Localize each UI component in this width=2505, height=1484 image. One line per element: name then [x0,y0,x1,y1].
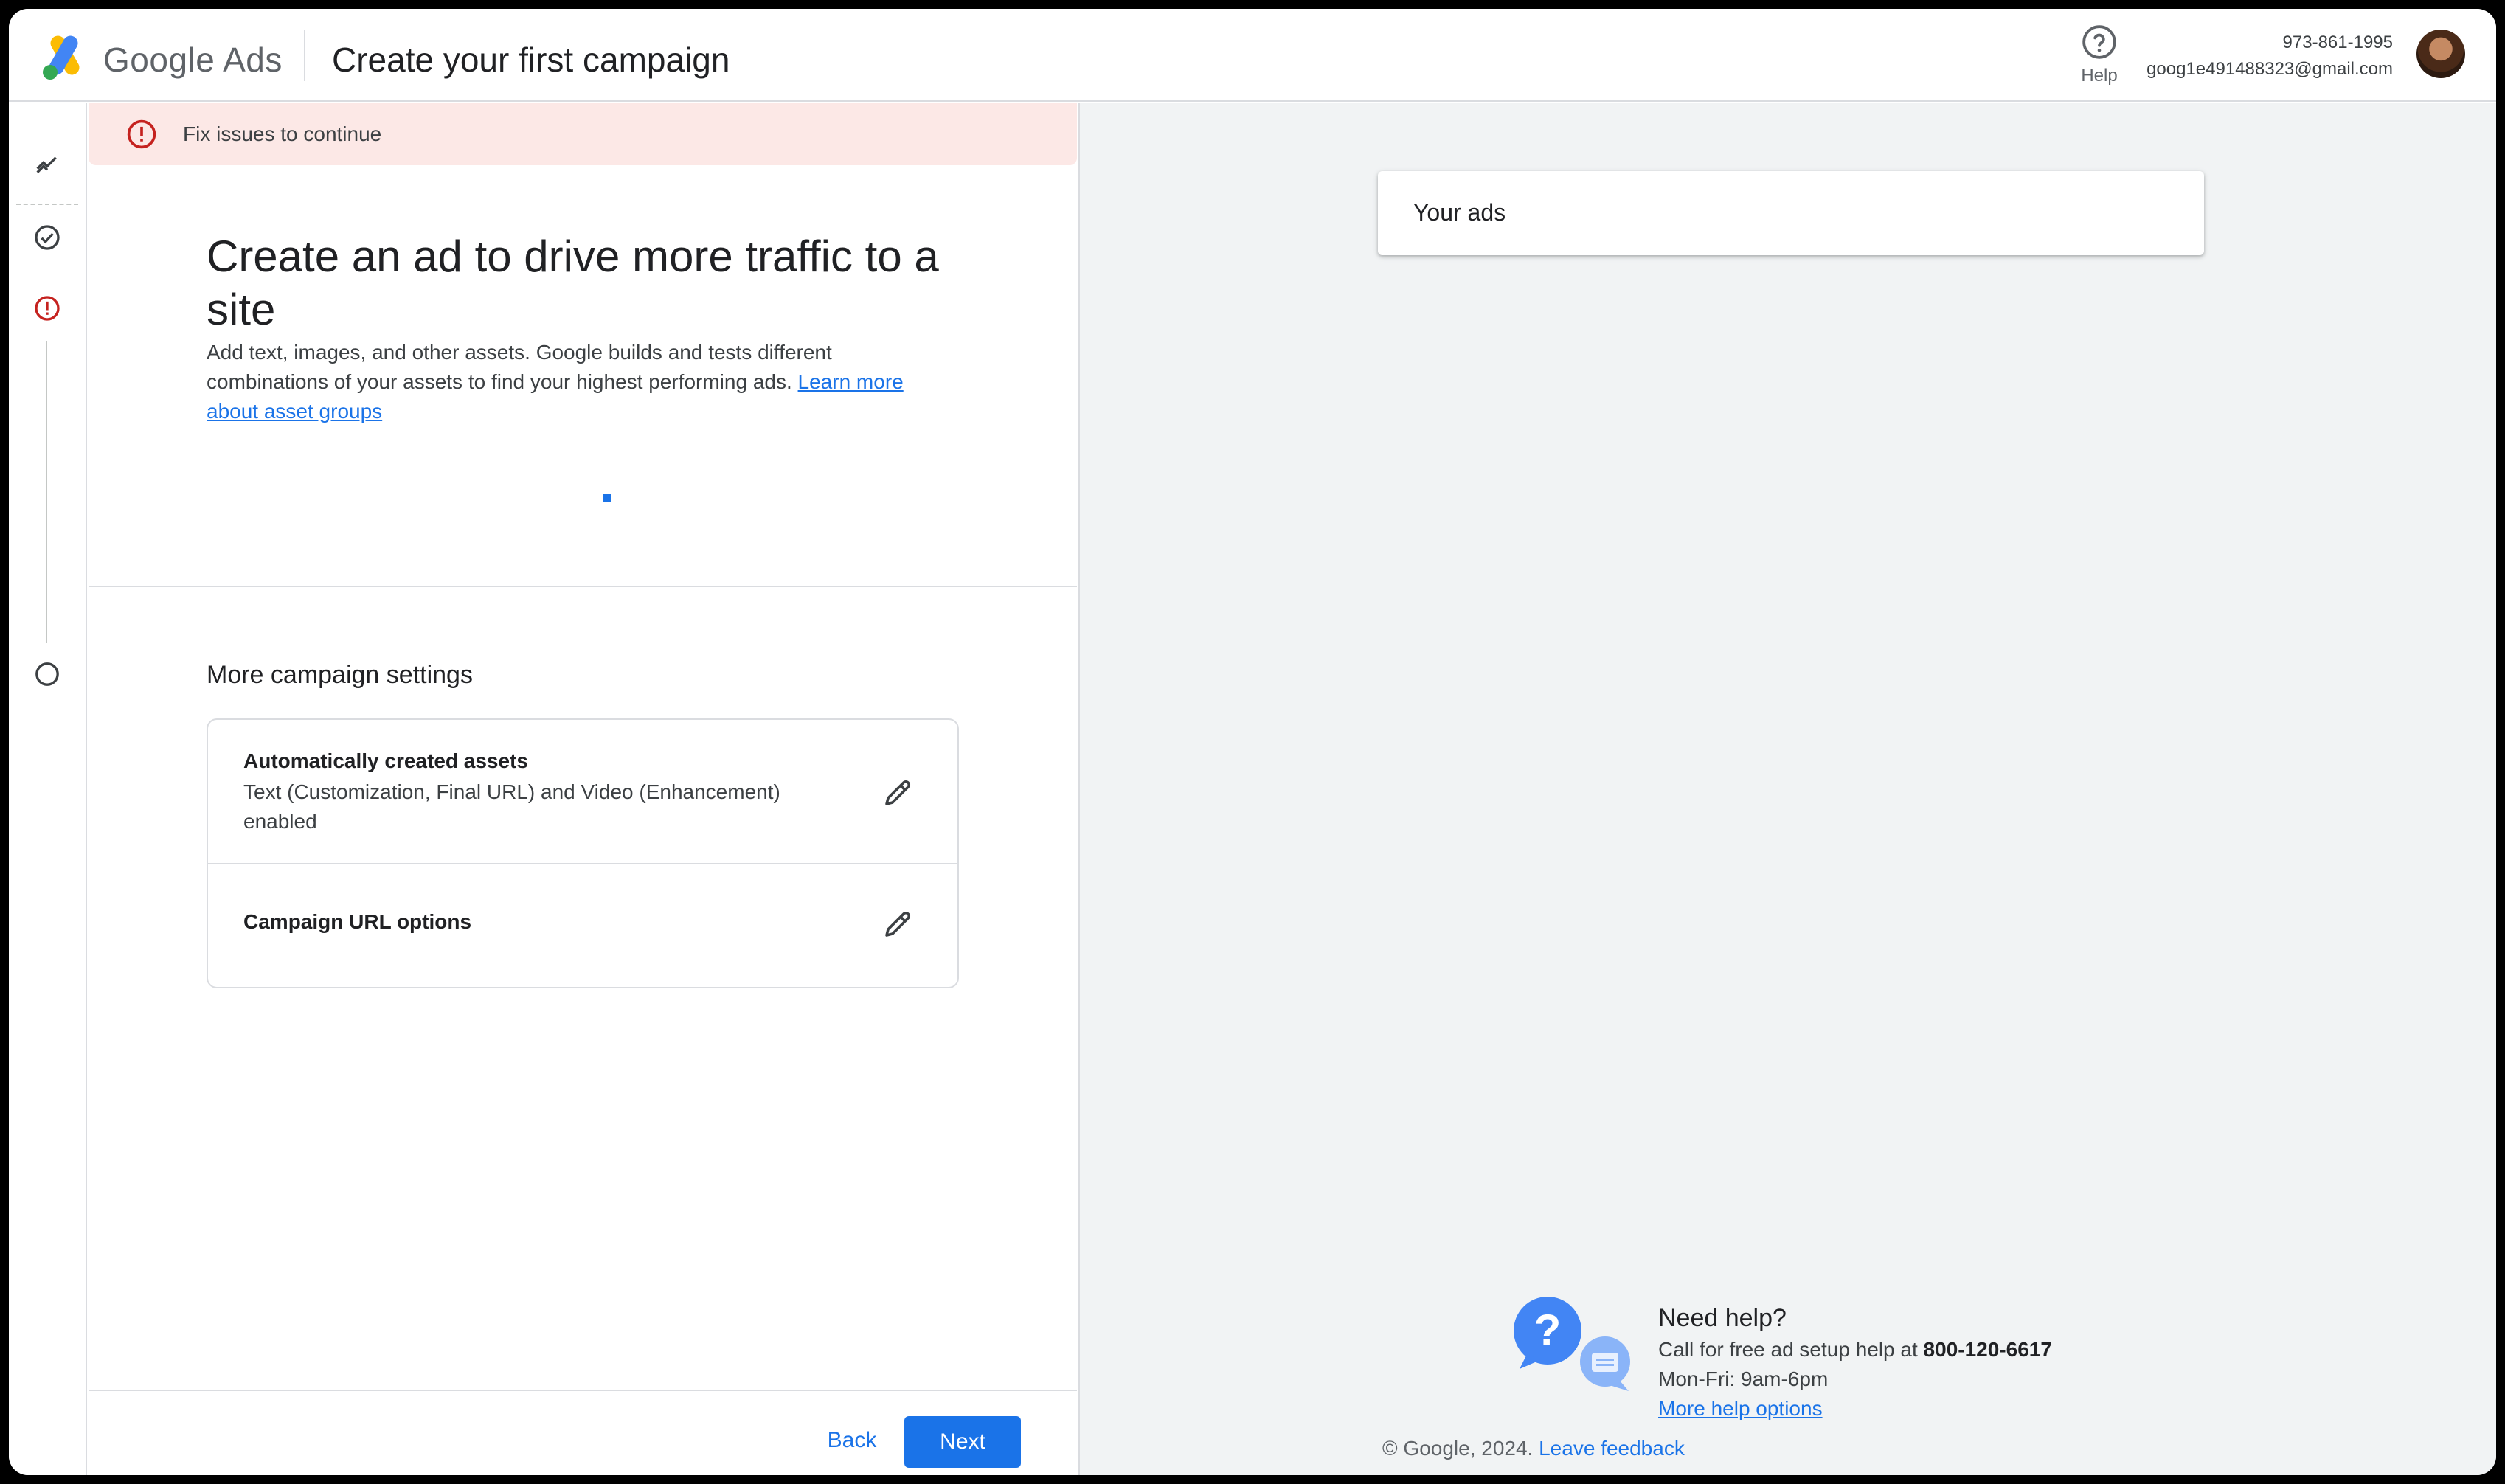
your-ads-card[interactable]: Your ads [1378,171,2204,255]
help-phone-number: 800-120-6617 [1923,1338,2052,1361]
empty-circle-icon[interactable] [32,659,62,689]
leave-feedback-link[interactable]: Leave feedback [1539,1437,1685,1460]
call-help-line: Call for free ad setup help at 800-120-6… [1658,1335,2175,1365]
error-banner-text: Fix issues to continue [183,122,382,145]
section-title: Create an ad to drive more traffic to a … [207,232,939,334]
help-hours: Mon-Fri: 9am-6pm [1658,1367,1829,1390]
help-label: Help [2081,66,2118,86]
setting-row-url-options[interactable]: Campaign URL options [208,864,957,987]
rail-progress-line [46,341,47,643]
more-settings-title: More campaign settings [207,661,473,689]
check-circle-icon[interactable] [32,223,62,252]
account-phone: 973-861-1995 [2282,32,2393,52]
copyright-footer: © Google, 2024. Leave feedback [1382,1437,1685,1460]
error-icon [127,119,156,149]
settings-card: Automatically created assets Text (Custo… [207,718,959,988]
trend-icon[interactable] [32,149,62,178]
google-ads-logo[interactable] [40,31,89,83]
page-title: Create your first campaign [332,41,730,79]
help-circle-icon [2082,25,2116,59]
error-banner: Fix issues to continue [89,103,1077,165]
more-help-link[interactable]: More help options [1658,1394,2175,1424]
pencil-icon[interactable] [881,774,916,810]
setting-name: Automatically created assets [243,749,528,772]
your-ads-label: Your ads [1413,199,1506,226]
top-header: Google Ads Create your first campaign He… [9,9,2496,102]
progress-rail [9,103,87,1475]
avatar[interactable] [2416,30,2465,78]
setting-detail: Text (Customization, Final URL) and Vide… [243,780,780,833]
footer-divider [89,1390,1077,1391]
pencil-icon[interactable] [881,906,916,941]
next-button[interactable]: Next [904,1416,1021,1468]
app-window: Google Ads Create your first campaign He… [9,9,2496,1475]
rail-divider [16,204,78,205]
account-email: goog1e491488323@gmail.com [2147,59,2393,79]
brand-name: Google Ads [103,41,283,79]
preview-panel: Your ads ? Need help? Call for free ad s… [1078,103,2496,1475]
help-button[interactable]: Help [2062,16,2136,90]
need-help-block: Need help? Call for free ad setup help a… [1658,1301,2175,1424]
setting-row-auto-assets[interactable]: Automatically created assets Text (Custo… [208,720,957,864]
section-divider [89,586,1077,587]
need-help-title: Need help? [1658,1304,1787,1332]
back-button[interactable]: Back [797,1415,907,1466]
svg-text:?: ? [1534,1306,1562,1355]
loading-indicator [603,494,611,502]
account-info[interactable]: 973-861-1995 goog1e491488323@gmail.com [2147,30,2393,83]
header-divider [304,30,305,81]
call-help-text: Call for free ad setup help at [1658,1338,1918,1361]
copyright-text: © Google, 2024. [1382,1437,1534,1460]
error-icon[interactable] [32,294,62,323]
setting-name: Campaign URL options [243,910,472,933]
section-description: Add text, images, and other assets. Goog… [207,338,959,426]
help-chat-icon: ? [1514,1297,1630,1391]
form-panel: Fix issues to continue Create an ad to d… [89,103,1077,1475]
description-text: Add text, images, and other assets. Goog… [207,341,832,393]
